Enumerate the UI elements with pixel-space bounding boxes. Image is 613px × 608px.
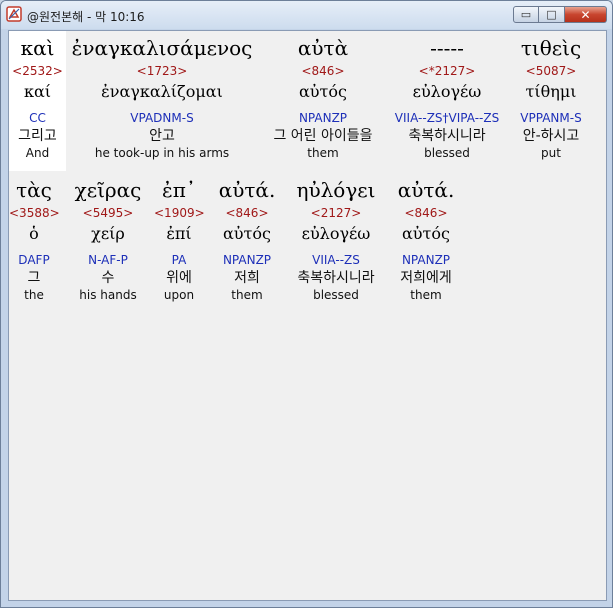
word-column[interactable]: τὰς <3588> ὁ DAFP 그 the — [9, 173, 60, 303]
korean-translation: 수 — [101, 270, 115, 286]
minimize-button[interactable]: ▭ — [513, 6, 539, 23]
lemma: χείρ — [91, 224, 125, 243]
english-gloss: blessed — [313, 288, 359, 302]
word-column[interactable]: αὐτὰ <846> αὐτός NPANZP 그 어린 아이들을 them — [259, 31, 387, 161]
korean-translation: 안-하시고 — [522, 128, 580, 144]
word-column[interactable]: αὐτά. <846> αὐτός NPANZP 저희 them — [209, 173, 285, 303]
morphology-code[interactable]: VIIA--ZS — [285, 251, 387, 269]
morphology-code[interactable]: NPANZP — [259, 109, 387, 127]
strong-number[interactable]: <2127> — [285, 205, 387, 221]
lemma: ὁ — [29, 224, 39, 243]
morphology-code[interactable]: VIIA--ZS†VIPA--ZS — [387, 109, 507, 127]
morphology-code[interactable]: DAFP — [9, 251, 59, 269]
word-column[interactable]: ἐπ᾽ <1909> ἐπί PA 위에 upon — [154, 173, 205, 303]
word-column[interactable]: ἐναγκαλισάμενος <1723> ἐναγκαλίζομαι VPA… — [69, 31, 255, 161]
greek-word: αὐτὰ — [297, 36, 349, 60]
word-column[interactable]: χεῖρας <5495> χείρ N-AF-P 수 his hands — [67, 173, 149, 303]
english-gloss: the — [24, 288, 44, 302]
strong-number[interactable]: <846> — [389, 205, 463, 221]
korean-translation: 축복하시니라 — [408, 128, 486, 144]
strong-number[interactable]: <*2127> — [387, 63, 507, 79]
word-column[interactable]: καὶ <2532> καί CC 그리고 And — [9, 31, 66, 161]
lemma: εὐλογέω — [301, 224, 371, 243]
close-icon: ✕ — [580, 7, 591, 22]
english-gloss: them — [307, 146, 339, 160]
korean-translation: 그 어린 아이들을 — [273, 128, 373, 144]
greek-word: ηὐλόγει — [296, 178, 376, 202]
lemma: αὐτός — [299, 82, 347, 101]
greek-word: ἐπ᾽ — [162, 178, 196, 202]
greek-word: ----- — [430, 36, 464, 60]
korean-translation: 저희에게 — [400, 270, 452, 286]
title-bar[interactable]: @원전본해 - 막 10:16 ▭ □ ✕ — [1, 1, 612, 29]
morphology-code[interactable]: NPANZP — [209, 251, 285, 269]
interlinear-row-2: τὰς <3588> ὁ DAFP 그 the χεῖρας <5495> χε… — [9, 173, 606, 313]
morphology-code[interactable]: NPANZP — [389, 251, 463, 269]
korean-translation: 그 — [27, 270, 41, 286]
korean-translation: 위에 — [166, 270, 192, 286]
maximize-icon: □ — [546, 8, 557, 21]
word-column[interactable]: ηὐλόγει <2127> εὐλογέω VIIA--ZS 축복하시니라 b… — [285, 173, 387, 303]
window-title: @원전본해 - 막 10:16 — [27, 10, 145, 24]
strong-number[interactable]: <1723> — [69, 63, 255, 79]
word-column[interactable]: αὐτά. <846> αὐτός NPANZP 저희에게 them — [389, 173, 463, 303]
greek-word: αὐτά. — [218, 178, 276, 202]
korean-translation: 저희 — [234, 270, 260, 286]
english-gloss: And — [25, 146, 50, 160]
morphology-code[interactable]: PA — [154, 251, 204, 269]
app-icon — [6, 6, 22, 22]
english-gloss: he took-up in his arms — [94, 146, 230, 160]
greek-word: τὰς — [16, 178, 52, 202]
english-gloss: his hands — [79, 288, 137, 302]
minimize-icon: ▭ — [520, 8, 532, 21]
greek-word: τιθεὶς — [520, 36, 582, 60]
english-gloss: upon — [163, 288, 195, 302]
english-gloss: put — [541, 146, 561, 160]
strong-number[interactable]: <3588> — [9, 205, 60, 221]
strong-number[interactable]: <846> — [259, 63, 387, 79]
window-controls: ▭ □ ✕ — [513, 6, 607, 24]
morphology-code[interactable]: CC — [9, 109, 66, 127]
interlinear-view[interactable]: καὶ <2532> καί CC 그리고 And ἐναγκαλισάμενο… — [8, 30, 607, 601]
word-column[interactable]: τιθεὶς <5087> τίθημι VPPANM-S 안-하시고 put — [509, 31, 593, 161]
interlinear-row-1: καὶ <2532> καί CC 그리고 And ἐναγκαλισάμενο… — [9, 31, 606, 171]
greek-word: αὐτά. — [397, 178, 455, 202]
greek-word: ἐναγκαλισάμενος — [71, 36, 253, 60]
greek-word: χεῖρας — [74, 178, 142, 202]
close-button[interactable]: ✕ — [565, 6, 607, 23]
greek-word: καὶ — [20, 36, 55, 60]
lemma: αὐτός — [402, 224, 450, 243]
strong-number[interactable]: <5087> — [509, 63, 593, 79]
korean-translation: 안고 — [149, 128, 175, 144]
lemma: αὐτός — [223, 224, 271, 243]
strong-number[interactable]: <846> — [209, 205, 285, 221]
morphology-code[interactable]: N-AF-P — [67, 251, 149, 269]
lemma: εὐλογέω — [412, 82, 482, 101]
korean-translation: 축복하시니라 — [297, 270, 375, 286]
lemma: ἐπί — [166, 224, 192, 243]
morphology-code[interactable]: VPADNM-S — [69, 109, 255, 127]
strong-number[interactable]: <1909> — [154, 205, 205, 221]
english-gloss: blessed — [424, 146, 470, 160]
morphology-code[interactable]: VPPANM-S — [509, 109, 593, 127]
lemma: ἐναγκαλίζομαι — [101, 82, 223, 101]
lemma: καί — [23, 82, 52, 101]
strong-number[interactable]: <5495> — [67, 205, 149, 221]
english-gloss: them — [410, 288, 442, 302]
app-window: @원전본해 - 막 10:16 ▭ □ ✕ καὶ <2532> καί CC … — [0, 0, 613, 608]
english-gloss: them — [231, 288, 263, 302]
korean-translation: 그리고 — [18, 128, 57, 144]
word-column[interactable]: ----- <*2127> εὐλογέω VIIA--ZS†VIPA--ZS … — [387, 31, 507, 161]
strong-number[interactable]: <2532> — [9, 63, 66, 79]
lemma: τίθημι — [525, 82, 577, 101]
maximize-button[interactable]: □ — [539, 6, 565, 23]
